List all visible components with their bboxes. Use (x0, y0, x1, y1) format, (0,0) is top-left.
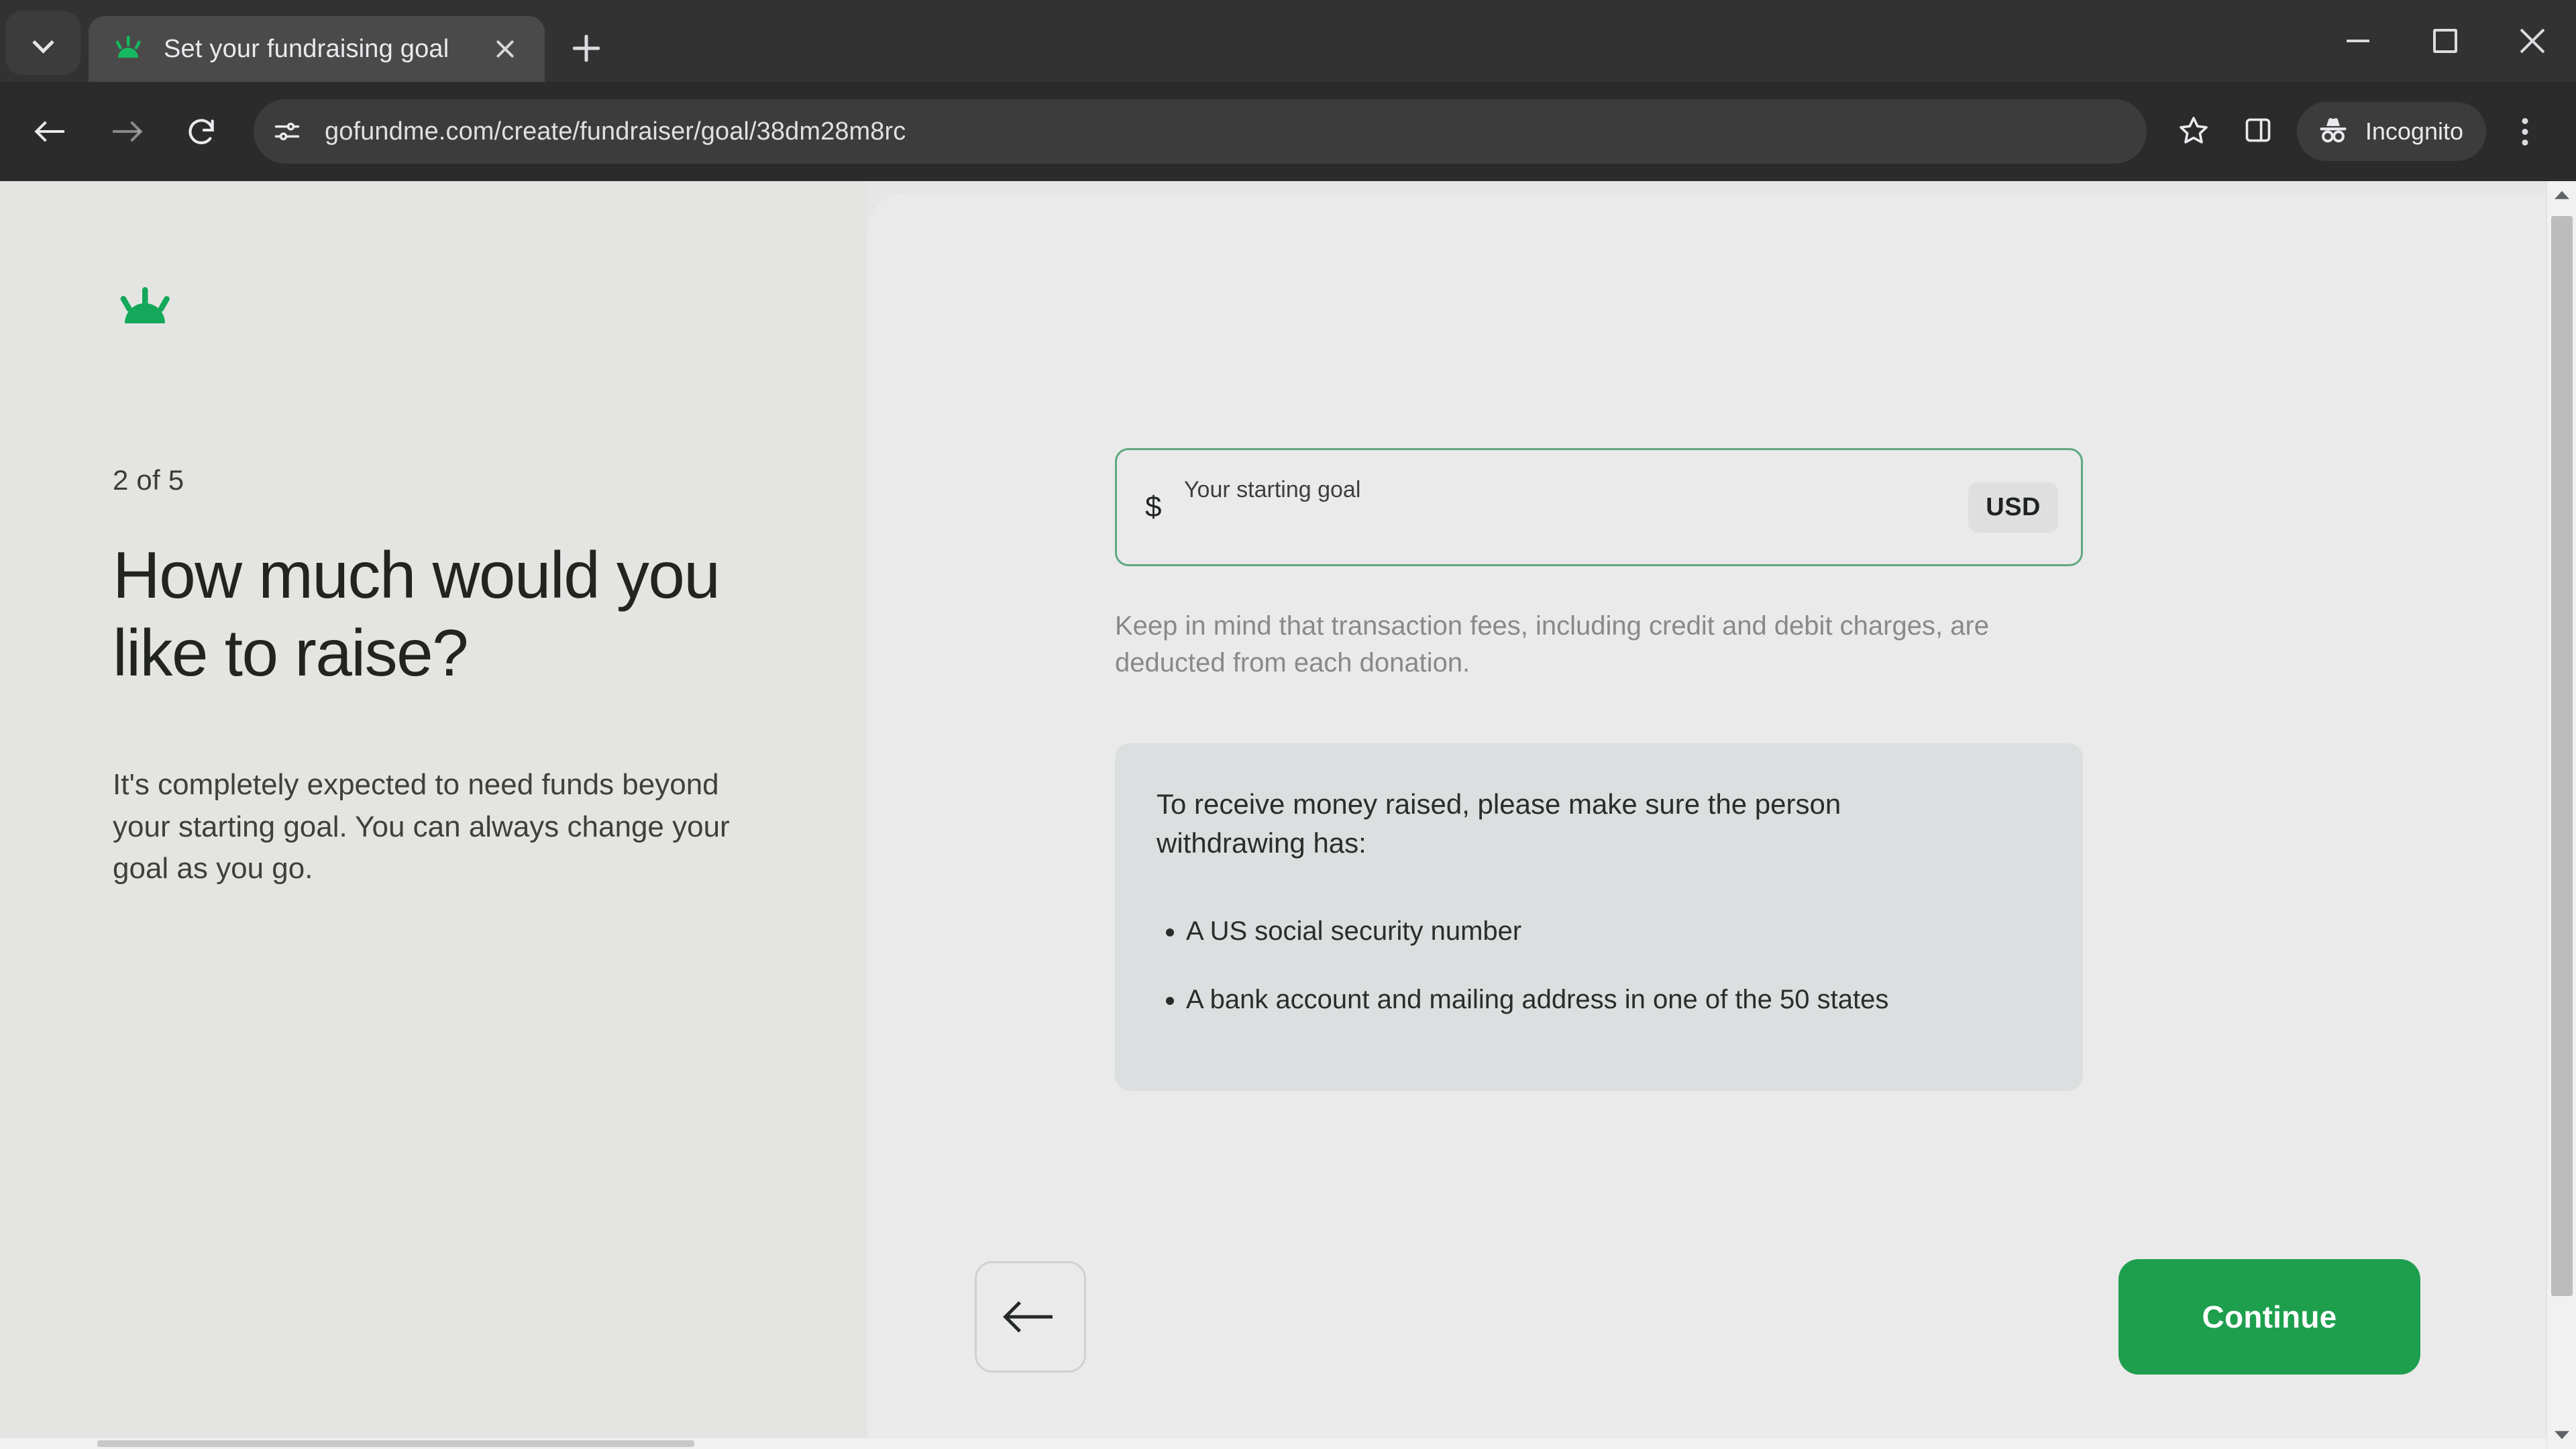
new-tab-button[interactable] (558, 20, 614, 76)
chevron-down-icon (33, 33, 53, 53)
info-card-title: To receive money raised, please make sur… (1157, 788, 1841, 859)
browser-window: Set your fundraising goal gofundme.com/c… (0, 0, 2576, 1449)
back-button[interactable] (19, 99, 83, 164)
url-text: gofundme.com/create/fundraiser/goal/38dm… (325, 117, 906, 146)
page-description: It's completely expected to need funds b… (113, 768, 730, 885)
arrow-right-icon (111, 117, 141, 146)
tab-strip: Set your fundraising goal (0, 0, 2576, 82)
horizontal-scrollbar-thumb[interactable] (97, 1440, 694, 1447)
list-item: A US social security number (1186, 912, 2036, 950)
goal-amount-field[interactable]: $ Your starting goal USD (1115, 448, 2083, 566)
currency-symbol: $ (1145, 490, 1162, 523)
address-bar[interactable]: gofundme.com/create/fundraiser/goal/38dm… (254, 99, 2147, 164)
side-panel-button[interactable] (2226, 99, 2290, 164)
browser-toolbar: gofundme.com/create/fundraiser/goal/38dm… (0, 82, 2576, 181)
form-footer: Continue (867, 1184, 2576, 1449)
tab-title: Set your fundraising goal (164, 34, 449, 63)
withdrawal-requirements-card: To receive money raised, please make sur… (1115, 743, 2083, 1091)
vertical-scrollbar-thumb[interactable] (2551, 216, 2573, 1296)
bookmark-button[interactable] (2161, 99, 2226, 164)
list-item: A bank account and mailing address in on… (1186, 981, 2036, 1018)
intro-pane: 2 of 5 How much would you like to raise?… (0, 181, 867, 1449)
requirements-list: A US social security number A bank accou… (1157, 912, 2036, 1018)
page-title: How much would you like to raise? (113, 538, 720, 690)
incognito-indicator[interactable]: Incognito (2296, 102, 2486, 161)
vertical-scrollbar[interactable] (2546, 181, 2576, 1449)
continue-button[interactable]: Continue (2118, 1258, 2420, 1375)
kebab-menu-icon[interactable] (2493, 99, 2557, 164)
page-viewport: 2 of 5 How much would you like to raise?… (0, 181, 2576, 1449)
step-counter: 2 of 5 (113, 464, 184, 496)
goal-amount-label: Your starting goal (1184, 477, 1361, 502)
reload-icon (184, 115, 218, 148)
incognito-label: Incognito (2365, 117, 2463, 145)
incognito-icon (2316, 113, 2351, 151)
tab-search-button[interactable] (5, 11, 80, 75)
arrow-left-icon (1006, 1292, 1055, 1342)
site-settings-icon[interactable] (259, 103, 315, 160)
reload-button[interactable] (169, 99, 233, 164)
close-icon[interactable] (2489, 0, 2576, 82)
form-pane: $ Your starting goal USD Keep in mind th… (867, 193, 2576, 1449)
close-icon[interactable] (486, 30, 525, 68)
form-scroll-area: $ Your starting goal USD Keep in mind th… (867, 193, 2576, 1196)
gofundme-logo (113, 282, 177, 330)
window-controls (2314, 0, 2576, 82)
browser-tab[interactable]: Set your fundraising goal (89, 16, 545, 82)
back-step-button[interactable] (975, 1260, 1086, 1373)
transaction-fee-note: Keep in mind that transaction fees, incl… (1115, 611, 1990, 678)
minimize-icon[interactable] (2314, 0, 2402, 82)
arrow-left-icon (36, 117, 66, 146)
scroll-down-arrow-icon[interactable] (2547, 1419, 2576, 1449)
horizontal-scrollbar[interactable] (0, 1438, 2546, 1449)
currency-selector[interactable]: USD (1968, 482, 2058, 533)
gofundme-favicon (111, 32, 145, 66)
forward-button[interactable] (94, 99, 158, 164)
scroll-up-arrow-icon[interactable] (2547, 181, 2576, 211)
restore-icon[interactable] (2402, 0, 2489, 82)
star-icon (2178, 114, 2210, 150)
side-panel-icon (2243, 115, 2273, 148)
